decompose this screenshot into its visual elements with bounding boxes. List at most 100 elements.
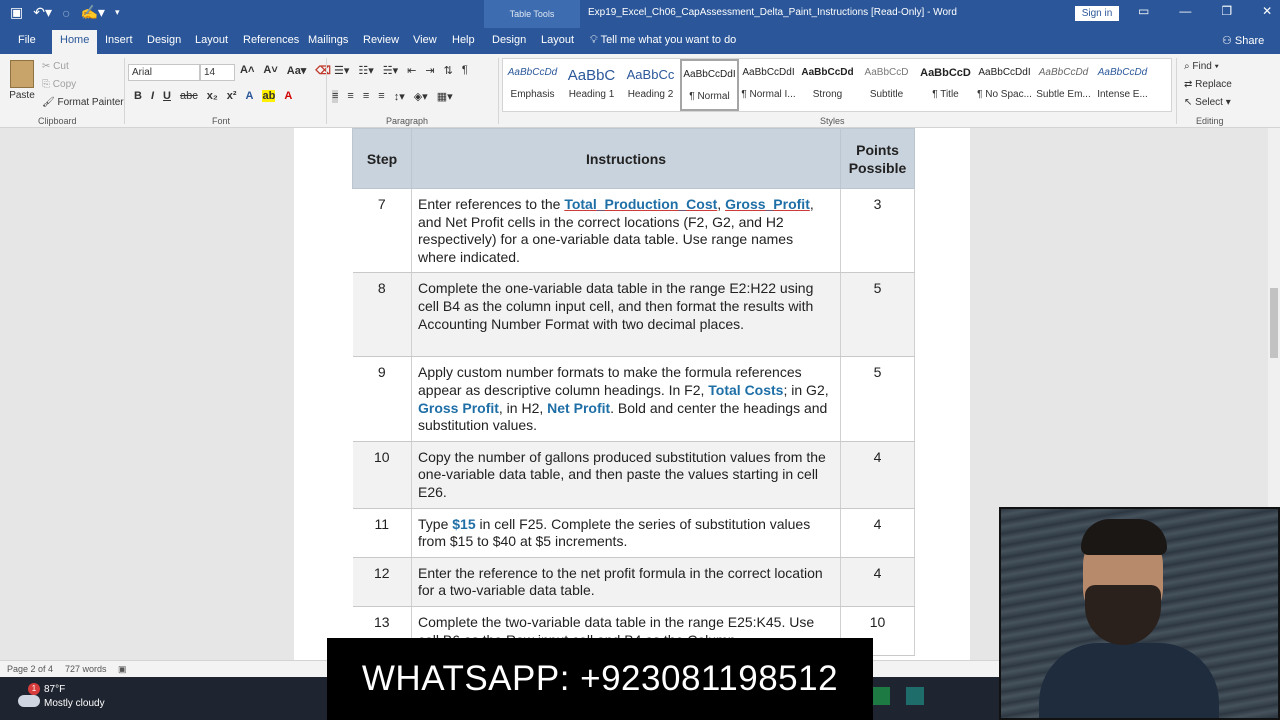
superscript-icon[interactable]: x² (227, 90, 237, 102)
instruction-text: Enter references to the Total_Production… (411, 188, 841, 274)
select-button[interactable]: ↖ Select ▾ (1184, 94, 1232, 112)
bullets-icon[interactable]: ☰▾ (334, 64, 349, 77)
justify-icon[interactable]: ≡ (378, 90, 384, 103)
underline-icon[interactable]: U (163, 90, 171, 102)
show-marks-icon[interactable]: ¶ (462, 64, 468, 77)
presenter-body (1039, 643, 1219, 718)
style-heading-1[interactable]: AaBbC Heading 1 (562, 59, 621, 111)
sign-in-button[interactable]: Sign in (1075, 6, 1119, 21)
word-count[interactable]: 727 words (65, 664, 107, 674)
excel-icon[interactable] (872, 687, 890, 705)
points-value: 4 (840, 508, 915, 558)
font-name-box[interactable]: Arial (128, 64, 200, 81)
document-title: Exp19_Excel_Ch06_CapAssessment_Delta_Pai… (588, 7, 957, 18)
share-label: Share (1234, 35, 1265, 47)
document-page[interactable]: Step Instructions Points Possible 7 Ente… (294, 128, 970, 660)
tab-view[interactable]: View (413, 34, 437, 46)
heading-term: Gross Profit (418, 399, 499, 416)
points-value: 4 (840, 557, 915, 607)
tab-references[interactable]: References (243, 34, 299, 46)
cut-button[interactable]: ✂ Cut (42, 58, 124, 76)
subscript-icon[interactable]: x₂ (207, 90, 218, 102)
style-title[interactable]: AaBbCcD ¶ Title (916, 59, 975, 111)
sort-icon[interactable]: ⇅ (444, 64, 453, 77)
tab-help[interactable]: Help (452, 34, 475, 46)
minimize-icon[interactable]: — (1179, 4, 1191, 18)
strikethrough-icon[interactable]: abc (180, 90, 198, 102)
style-subtle-emphasis[interactable]: AaBbCcDd Subtle Em... (1034, 59, 1093, 111)
bold-icon[interactable]: B (134, 90, 142, 102)
paste-button[interactable]: Paste (8, 60, 36, 101)
align-left-icon[interactable]: ≡ (332, 90, 339, 103)
restore-icon[interactable]: ❐ (1221, 4, 1232, 18)
change-case-icon[interactable]: Aa▾ (287, 64, 307, 77)
borders-icon[interactable]: ▦▾ (437, 90, 453, 103)
instruction-part: ; in G2, (783, 381, 829, 398)
close-icon[interactable]: ✕ (1262, 4, 1272, 18)
ribbon-display-icon[interactable]: ▭ (1138, 4, 1149, 18)
style-normal[interactable]: AaBbCcDdI ¶ Normal (680, 59, 739, 111)
multilevel-list-icon[interactable]: ☵▾ (383, 64, 398, 77)
align-center-icon[interactable]: ≡ (347, 90, 353, 103)
style-intense-emphasis[interactable]: AaBbCcDd Intense E... (1093, 59, 1152, 111)
clear-formatting-icon[interactable]: ⌫ (315, 64, 331, 77)
touch-mode-icon[interactable]: ✍▾ (80, 4, 104, 21)
style-no-spacing[interactable]: AaBbCcDdI ¶ No Spac... (975, 59, 1034, 111)
brush-icon: 🖌︎ (42, 97, 58, 108)
whatsapp-banner: WHATSAPP: +923081198512 (327, 638, 873, 720)
text-effects-icon[interactable]: A (246, 90, 254, 102)
tab-review[interactable]: Review (363, 34, 399, 46)
style-strong[interactable]: AaBbCcDd Strong (798, 59, 857, 111)
scrollbar-thumb[interactable] (1270, 288, 1278, 358)
style-preview: AaBbCcDdI (742, 67, 795, 78)
table-row: 9 Apply custom number formats to make th… (352, 356, 915, 442)
list-row: ☰▾ ☷▾ ☵▾ ⇤ ⇥ ⇅ ¶ (334, 64, 468, 77)
format-painter-button[interactable]: 🖌︎ Format Painter (42, 94, 124, 112)
tell-me-search[interactable]: 💡︎ Tell me what you want to do (590, 34, 736, 47)
style-name: Heading 2 (627, 89, 674, 100)
italic-icon[interactable]: I (151, 90, 154, 102)
redo-icon[interactable]: ○ (62, 5, 70, 21)
person-icon: ⚇ (1222, 35, 1235, 47)
customize-qat-icon[interactable]: ▾ (115, 7, 120, 18)
shrink-font-icon[interactable]: A˅ (263, 64, 277, 77)
tab-design[interactable]: Design (147, 34, 181, 46)
numbering-icon[interactable]: ☷▾ (358, 64, 373, 77)
range-name-link[interactable]: Gross_Profit (725, 196, 810, 212)
highlight-icon[interactable]: ab (262, 90, 276, 102)
increase-indent-icon[interactable]: ⇥ (425, 64, 434, 77)
style-normal-indent[interactable]: AaBbCcDdI ¶ Normal I... (739, 59, 798, 111)
step-number: 9 (352, 356, 412, 442)
save-icon[interactable]: ▣ (10, 4, 23, 21)
copy-button[interactable]: ⎘ Copy (42, 76, 124, 94)
tab-file[interactable]: File (18, 34, 36, 46)
font-color-icon[interactable]: A (284, 90, 292, 102)
grow-font-icon[interactable]: A˄ (240, 64, 254, 77)
tab-table-design[interactable]: Design (492, 34, 526, 46)
tab-table-layout[interactable]: Layout (541, 34, 574, 46)
tab-insert[interactable]: Insert (105, 34, 133, 46)
tab-mailings[interactable]: Mailings (308, 34, 348, 46)
share-button[interactable]: ⚇ Share (1222, 34, 1264, 47)
shading-icon[interactable]: ◈▾ (414, 90, 428, 103)
undo-icon[interactable]: ↶▾ (33, 4, 52, 21)
proofing-icon[interactable]: ▣ (118, 664, 127, 675)
decrease-indent-icon[interactable]: ⇤ (407, 64, 416, 77)
replace-button[interactable]: ⇄ Replace (1184, 76, 1232, 94)
font-size-box[interactable]: 14 (200, 64, 235, 81)
app-icon[interactable] (906, 687, 924, 705)
style-subtitle[interactable]: AaBbCcD Subtitle (857, 59, 916, 111)
separator (326, 58, 327, 124)
tab-layout[interactable]: Layout (195, 34, 228, 46)
range-name-link[interactable]: Total_Production_Cost (564, 196, 717, 212)
style-name: Emphasis (510, 89, 555, 100)
style-heading-2[interactable]: AaBbCc Heading 2 (621, 59, 680, 111)
find-button[interactable]: ⌕ Find ▾ (1184, 58, 1232, 76)
tab-home[interactable]: Home (52, 30, 98, 54)
align-right-icon[interactable]: ≡ (363, 90, 369, 103)
style-emphasis[interactable]: AaBbCcDd Emphasis (503, 59, 562, 111)
table-row: 12 Enter the reference to the net profit… (352, 557, 915, 607)
line-spacing-icon[interactable]: ↕▾ (394, 90, 405, 103)
instruction-text: Copy the number of gallons produced subs… (411, 441, 841, 509)
page-count[interactable]: Page 2 of 4 (7, 664, 53, 674)
